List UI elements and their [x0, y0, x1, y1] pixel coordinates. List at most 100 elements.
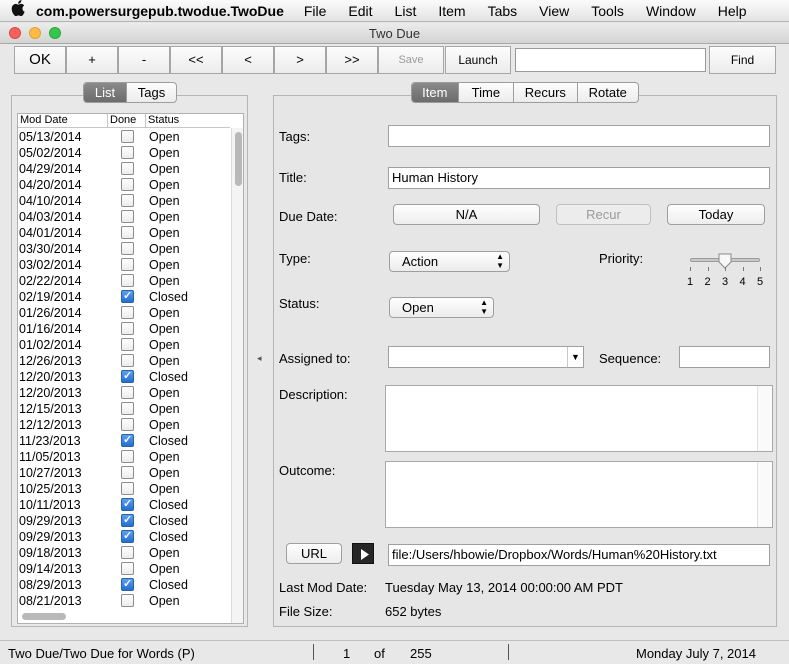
table-row[interactable]: 12/26/2013 Open: [18, 353, 230, 369]
table-row[interactable]: 05/13/2014 Open: [18, 129, 230, 145]
menu-list[interactable]: List: [395, 3, 417, 19]
table-row[interactable]: 10/11/2013 Closed: [18, 497, 230, 513]
ok-button[interactable]: OK: [14, 46, 66, 74]
done-checkbox[interactable]: [121, 450, 134, 463]
done-checkbox[interactable]: [121, 418, 134, 431]
last-item-button[interactable]: >>: [326, 46, 378, 74]
done-checkbox[interactable]: [121, 594, 134, 607]
table-row[interactable]: 05/02/2014 Open: [18, 145, 230, 161]
done-checkbox[interactable]: [121, 562, 134, 575]
add-item-button[interactable]: +: [66, 46, 118, 74]
scroll-thumb[interactable]: [22, 613, 66, 620]
done-checkbox[interactable]: [121, 529, 134, 543]
next-item-button[interactable]: >: [274, 46, 326, 74]
done-checkbox[interactable]: [121, 258, 134, 271]
table-row[interactable]: 12/15/2013 Open: [18, 401, 230, 417]
table-row[interactable]: 09/14/2013 Open: [18, 561, 230, 577]
table-row[interactable]: 01/26/2014 Open: [18, 305, 230, 321]
table-row[interactable]: 11/23/2013 Closed: [18, 433, 230, 449]
done-checkbox[interactable]: [121, 242, 134, 255]
minimize-window-button[interactable]: [29, 27, 41, 39]
table-row[interactable]: 09/29/2013 Closed: [18, 529, 230, 545]
done-checkbox[interactable]: [121, 194, 134, 207]
table-row[interactable]: 01/02/2014 Open: [18, 337, 230, 353]
table-row[interactable]: 04/03/2014 Open: [18, 209, 230, 225]
type-select[interactable]: Action ▲ ▼: [389, 251, 510, 272]
tab-time[interactable]: Time: [459, 83, 515, 102]
collapse-arrow-icon[interactable]: ◂: [257, 353, 262, 364]
due-date-button[interactable]: N/A: [393, 204, 540, 225]
table-row[interactable]: 12/20/2013 Closed: [18, 369, 230, 385]
done-checkbox[interactable]: [121, 274, 134, 287]
table-row[interactable]: 02/19/2014 Closed: [18, 289, 230, 305]
url-button[interactable]: URL: [286, 543, 342, 564]
done-checkbox[interactable]: [121, 433, 134, 447]
vertical-scrollbar[interactable]: [757, 462, 772, 527]
menu-item[interactable]: Item: [438, 3, 465, 19]
menu-tools[interactable]: Tools: [591, 3, 624, 19]
done-checkbox[interactable]: [121, 497, 134, 511]
table-row[interactable]: 04/29/2014 Open: [18, 161, 230, 177]
items-table[interactable]: Mod Date Done Status 05/13/2014 Open 05/02…: [17, 113, 244, 624]
table-row[interactable]: 09/18/2013 Open: [18, 545, 230, 561]
done-checkbox[interactable]: [121, 466, 134, 479]
done-checkbox[interactable]: [121, 289, 134, 303]
menu-view[interactable]: View: [539, 3, 569, 19]
tags-input[interactable]: [388, 125, 770, 147]
apple-menu-icon[interactable]: [0, 0, 36, 21]
done-checkbox[interactable]: [121, 338, 134, 351]
table-row[interactable]: 02/22/2014 Open: [18, 273, 230, 289]
close-window-button[interactable]: [9, 27, 21, 39]
horizontal-scrollbar[interactable]: [18, 610, 230, 623]
column-header-done[interactable]: Done: [108, 114, 146, 127]
zoom-window-button[interactable]: [49, 27, 61, 39]
table-row[interactable]: 12/20/2013 Open: [18, 385, 230, 401]
first-item-button[interactable]: <<: [170, 46, 222, 74]
dropdown-arrow-icon[interactable]: ▼: [567, 347, 583, 367]
recur-button[interactable]: Recur: [556, 204, 651, 225]
done-checkbox[interactable]: [121, 162, 134, 175]
find-button[interactable]: Find: [709, 46, 776, 74]
table-row[interactable]: 04/10/2014 Open: [18, 193, 230, 209]
menu-file[interactable]: File: [304, 3, 327, 19]
assigned-to-combo[interactable]: ▼: [388, 346, 584, 368]
description-textarea[interactable]: [385, 385, 773, 452]
prev-item-button[interactable]: <: [222, 46, 274, 74]
tab-rotate[interactable]: Rotate: [578, 83, 638, 102]
table-row[interactable]: 03/30/2014 Open: [18, 241, 230, 257]
done-checkbox[interactable]: [121, 178, 134, 191]
done-checkbox[interactable]: [121, 386, 134, 399]
menu-edit[interactable]: Edit: [348, 3, 372, 19]
vertical-scrollbar[interactable]: [757, 386, 772, 451]
done-checkbox[interactable]: [121, 354, 134, 367]
url-input[interactable]: file:/Users/hbowie/Dropbox/Words/Human%2…: [388, 544, 770, 566]
scroll-thumb[interactable]: [235, 132, 242, 186]
table-row[interactable]: 01/16/2014 Open: [18, 321, 230, 337]
done-checkbox[interactable]: [121, 546, 134, 559]
table-row[interactable]: 10/27/2013 Open: [18, 465, 230, 481]
done-checkbox[interactable]: [121, 322, 134, 335]
tab-recurs[interactable]: Recurs: [514, 83, 578, 102]
done-checkbox[interactable]: [121, 402, 134, 415]
table-row[interactable]: 08/21/2013 Open: [18, 593, 230, 609]
menu-help[interactable]: Help: [718, 3, 747, 19]
launch-button[interactable]: Launch: [445, 46, 511, 74]
done-checkbox[interactable]: [121, 130, 134, 143]
done-checkbox[interactable]: [121, 306, 134, 319]
table-row[interactable]: 08/29/2013 Closed: [18, 577, 230, 593]
vertical-scrollbar[interactable]: [231, 128, 243, 623]
done-checkbox[interactable]: [121, 226, 134, 239]
find-input[interactable]: [515, 48, 706, 72]
menu-tabs[interactable]: Tabs: [488, 3, 518, 19]
table-row[interactable]: 12/12/2013 Open: [18, 417, 230, 433]
column-header-status[interactable]: Status: [146, 114, 230, 127]
table-row[interactable]: 04/01/2014 Open: [18, 225, 230, 241]
done-checkbox[interactable]: [121, 577, 134, 591]
done-checkbox[interactable]: [121, 146, 134, 159]
table-row[interactable]: 09/29/2013 Closed: [18, 513, 230, 529]
title-input[interactable]: Human History: [388, 167, 770, 189]
delete-item-button[interactable]: -: [118, 46, 170, 74]
status-select[interactable]: Open ▲ ▼: [389, 297, 494, 318]
launch-url-button[interactable]: [352, 543, 374, 564]
sequence-input[interactable]: [679, 346, 770, 368]
